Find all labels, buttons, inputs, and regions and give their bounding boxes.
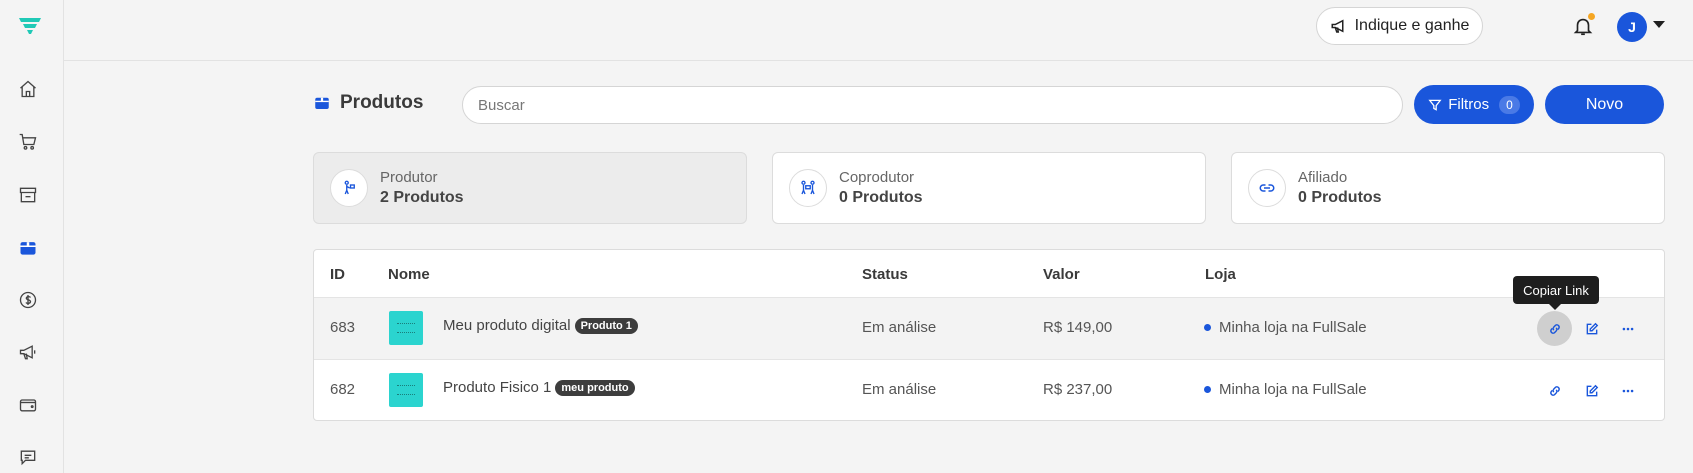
store-icon[interactable] <box>16 183 40 207</box>
more-options-button[interactable] <box>1616 379 1640 403</box>
row-id: 683 <box>330 319 356 336</box>
store-dot <box>1204 386 1211 393</box>
avatar[interactable]: J <box>1617 12 1647 42</box>
card-label: Coprodutor <box>839 168 915 186</box>
coproducer-icon <box>789 169 827 207</box>
products-table: ID Nome Status Valor Loja 683 Meu produt… <box>313 249 1665 421</box>
edit-button[interactable] <box>1580 317 1604 341</box>
filter-button-label: Filtros <box>1448 96 1490 113</box>
chevron-down-icon[interactable] <box>1653 21 1665 28</box>
box-icon <box>315 97 329 109</box>
filter-count-badge: 0 <box>1499 95 1520 114</box>
row-value: R$ 149,00 <box>1043 319 1113 336</box>
link-icon <box>1549 323 1560 334</box>
store-dot <box>1204 324 1211 331</box>
row-value: R$ 237,00 <box>1043 381 1113 398</box>
card-label: Afiliado <box>1298 168 1348 186</box>
copy-link-button[interactable] <box>1543 379 1567 403</box>
column-header-name[interactable]: Nome <box>388 266 430 283</box>
column-header-status[interactable]: Status <box>862 266 908 283</box>
link-icon <box>1550 386 1560 396</box>
row-store: Minha loja na FullSale <box>1219 319 1367 336</box>
card-producer[interactable]: Produtor 2 Produtos <box>313 152 747 224</box>
product-thumbnail <box>389 373 423 407</box>
row-status: Em análise <box>862 381 937 398</box>
copy-link-button[interactable] <box>1537 311 1572 346</box>
box-icon[interactable] <box>16 236 40 260</box>
product-name[interactable]: Meu produto digital <box>443 317 571 334</box>
card-count: 2 Produtos <box>380 188 464 206</box>
column-header-id[interactable]: ID <box>330 266 345 283</box>
sidebar <box>0 0 64 473</box>
logo-icon[interactable] <box>18 16 42 36</box>
edit-icon <box>1586 384 1599 397</box>
notifications-button[interactable] <box>1572 13 1595 38</box>
new-product-button[interactable]: Novo <box>1545 85 1664 124</box>
filter-icon <box>1428 99 1442 111</box>
column-header-value[interactable]: Valor <box>1043 266 1080 283</box>
copy-link-tooltip: Copiar Link <box>1513 276 1599 310</box>
row-status: Em análise <box>862 319 937 336</box>
link-icon <box>1248 169 1286 207</box>
search-input[interactable] <box>462 86 1403 124</box>
refer-button-label: Indique e ganhe <box>1354 17 1470 34</box>
card-count: 0 Produtos <box>839 188 923 206</box>
megaphone-icon[interactable] <box>16 340 40 364</box>
row-store: Minha loja na FullSale <box>1219 381 1367 398</box>
wallet-icon[interactable] <box>16 393 40 417</box>
dollar-icon[interactable] <box>16 288 40 312</box>
card-count: 0 Produtos <box>1298 188 1382 206</box>
cart-icon[interactable] <box>16 130 40 154</box>
refer-button[interactable]: Indique e ganhe <box>1316 7 1483 45</box>
notification-dot <box>1588 13 1595 20</box>
product-thumbnail <box>389 311 423 345</box>
card-coproducer[interactable]: Coprodutor 0 Produtos <box>772 152 1206 224</box>
page-title: Produtos <box>340 92 424 113</box>
more-options-button[interactable] <box>1616 317 1640 341</box>
megaphone-icon <box>1331 19 1344 33</box>
filter-button[interactable]: Filtros 0 <box>1414 85 1534 124</box>
more-icon <box>1622 389 1634 393</box>
chat-icon[interactable] <box>16 445 40 469</box>
card-label: Produtor <box>380 168 438 186</box>
more-icon <box>1622 327 1634 331</box>
home-icon[interactable] <box>16 77 40 101</box>
product-name[interactable]: Produto Fisico 1 <box>443 379 551 396</box>
producer-icon <box>330 169 368 207</box>
row-id: 682 <box>330 381 356 398</box>
column-header-store[interactable]: Loja <box>1205 266 1236 283</box>
card-affiliate[interactable]: Afiliado 0 Produtos <box>1231 152 1665 224</box>
table-row[interactable]: 683 Meu produto digital Produto 1 Em aná… <box>314 297 1664 359</box>
page-header: Produtos <box>313 92 423 114</box>
product-tag: Produto 1 <box>574 317 638 334</box>
edit-icon <box>1586 322 1599 335</box>
edit-button[interactable] <box>1580 379 1604 403</box>
product-tag: meu produto <box>555 379 635 396</box>
table-row[interactable]: 682 Produto Fisico 1 meu produto Em anál… <box>314 359 1664 421</box>
